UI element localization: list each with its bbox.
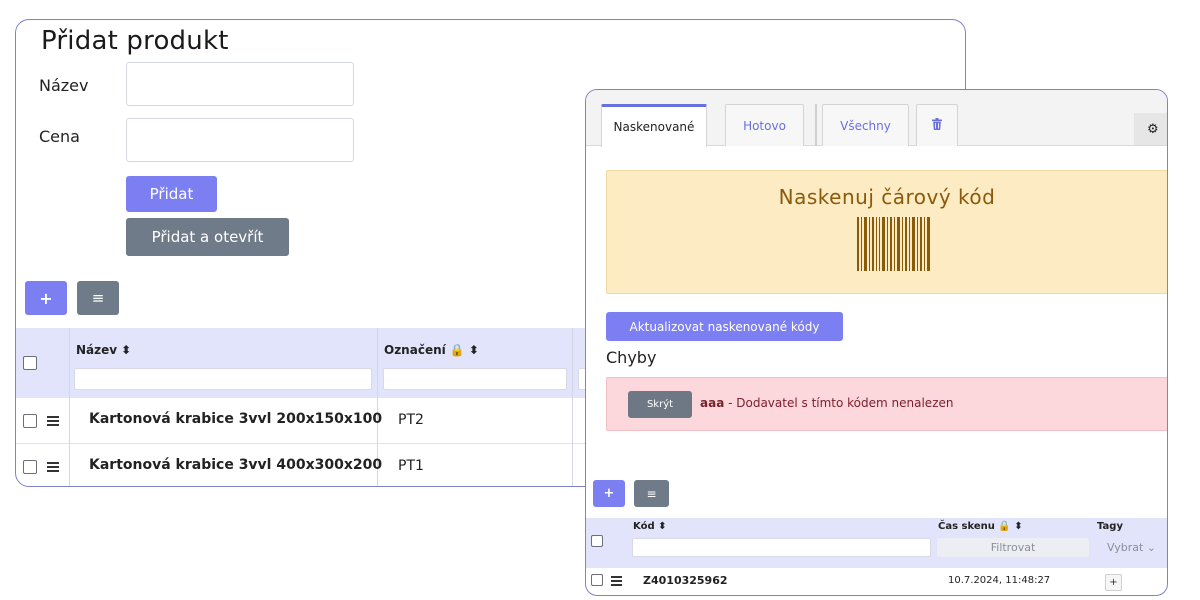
column-header-scan-time[interactable]: Čas skenu 🔒 ⬍ bbox=[938, 521, 1023, 532]
settings-button[interactable]: ⚙ bbox=[1134, 113, 1167, 145]
add-and-open-button[interactable]: Přidat a otevřít bbox=[126, 218, 289, 256]
hide-error-button[interactable]: Skrýt bbox=[628, 391, 692, 418]
row-checkbox[interactable] bbox=[23, 460, 37, 474]
row-menu-icon[interactable] bbox=[47, 462, 59, 472]
select-all-checkbox[interactable] bbox=[23, 356, 37, 370]
product-name: Kartonová krabice 3vvl 200x150x100 bbox=[89, 411, 383, 427]
tab-trash[interactable] bbox=[916, 104, 958, 146]
gear-icon: ⚙ bbox=[1147, 121, 1159, 137]
tab-all[interactable]: Všechny bbox=[822, 104, 909, 146]
column-header-code[interactable]: Označení 🔒 ⬍ bbox=[384, 343, 479, 357]
sort-icon: ⬍ bbox=[468, 343, 479, 357]
name-filter-input[interactable] bbox=[74, 368, 372, 390]
table-menu-button[interactable]: ≡ bbox=[77, 281, 119, 315]
barcode-icon bbox=[857, 217, 930, 271]
tab-scanned[interactable]: Naskenované bbox=[601, 104, 707, 147]
scanned-code: Z4010325962 bbox=[643, 574, 728, 587]
row-checkbox[interactable] bbox=[23, 414, 37, 428]
errors-heading: Chyby bbox=[606, 348, 657, 367]
column-header-code[interactable]: Kód ⬍ bbox=[633, 521, 666, 532]
add-tag-button[interactable]: + bbox=[1105, 574, 1122, 591]
error-alert: Skrýt aaa - Dodavatel s tímto kódem nena… bbox=[606, 377, 1167, 431]
product-code: PT1 bbox=[398, 458, 424, 474]
scan-time-filter-input[interactable]: Filtrovat bbox=[937, 538, 1089, 557]
scan-prompt: Naskenuj čárový kód bbox=[778, 185, 996, 209]
row-menu-icon[interactable] bbox=[47, 416, 59, 426]
column-header-name[interactable]: Název ⬍ bbox=[76, 343, 131, 357]
price-input[interactable] bbox=[126, 118, 354, 162]
column-header-tags: Tagy bbox=[1097, 521, 1123, 532]
scan-table-menu-button[interactable]: ≡ bbox=[634, 480, 669, 507]
scan-table-header: Kód ⬍ Čas skenu 🔒 ⬍ Filtrovat Tagy Vybra… bbox=[586, 518, 1167, 568]
product-name: Kartonová krabice 3vvl 400x300x200 bbox=[89, 457, 383, 473]
tags-select[interactable]: Vybrat ⌄ bbox=[1094, 538, 1167, 557]
row-menu-icon[interactable] bbox=[611, 576, 622, 586]
tab-separator bbox=[815, 104, 817, 146]
scan-time: 10.7.2024, 11:48:27 bbox=[948, 575, 1051, 586]
scan-prompt-box: Naskenuj čárový kód bbox=[606, 170, 1167, 294]
add-row-button[interactable]: + bbox=[25, 281, 67, 315]
scanner-window: Naskenované Hotovo Všechny ⚙ Naskenuj čá… bbox=[585, 89, 1168, 596]
table-row[interactable]: Z4010325962 10.7.2024, 11:48:27 + bbox=[586, 568, 1167, 595]
add-button[interactable]: Přidat bbox=[126, 176, 217, 212]
product-code: PT2 bbox=[398, 412, 424, 428]
price-label: Cena bbox=[39, 127, 80, 146]
code-filter-input[interactable] bbox=[632, 538, 931, 557]
name-input[interactable] bbox=[126, 62, 354, 106]
code-filter-input[interactable] bbox=[383, 368, 567, 390]
tab-bar: Naskenované Hotovo Všechny ⚙ bbox=[586, 90, 1167, 147]
tab-done[interactable]: Hotovo bbox=[725, 104, 804, 146]
add-code-button[interactable]: + bbox=[593, 480, 625, 507]
select-all-checkbox[interactable] bbox=[591, 535, 603, 547]
sort-icon: ⬍ bbox=[121, 343, 132, 357]
row-checkbox[interactable] bbox=[591, 574, 603, 586]
page-title: Přidat produkt bbox=[41, 26, 229, 56]
name-label: Název bbox=[39, 76, 89, 95]
trash-icon bbox=[932, 118, 942, 133]
update-scanned-codes-button[interactable]: Aktualizovat naskenované kódy bbox=[606, 312, 843, 341]
error-message: aaa - Dodavatel s tímto kódem nenalezen bbox=[700, 396, 954, 410]
